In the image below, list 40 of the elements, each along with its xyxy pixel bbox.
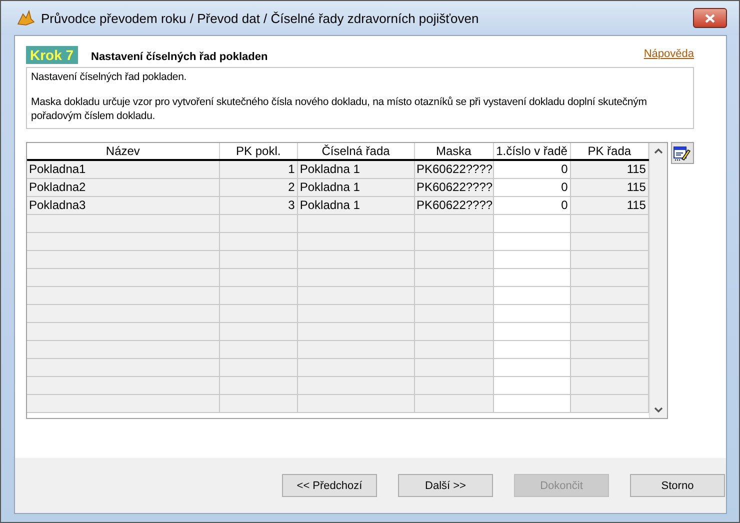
table-cell: 0 (494, 179, 571, 197)
column-header[interactable]: 1.číslo v řadě (494, 143, 571, 159)
table-cell: Pokladna3 (27, 197, 220, 215)
table-cell: Pokladna2 (27, 179, 220, 197)
column-header[interactable]: PK pokl. (220, 143, 298, 159)
description-text: Nastavení číselných řad pokladen. (31, 70, 188, 84)
notepad-pencil-icon (673, 144, 692, 162)
close-icon (705, 14, 715, 22)
table-cell: Pokladna 1 (298, 179, 414, 197)
description-text: Maska dokladu určuje vzor pro vytvoření skutečného čísla nového dokladu, na místo otazníků se při vystavení dokladu doplní skutečným pořadovým číslem dokladu. (31, 95, 648, 123)
table-cell: Pokladna 1 (298, 161, 414, 179)
step-title: Nastavení číselných řad pokladen (91, 51, 269, 64)
table-cell: 1 (220, 161, 298, 179)
table-cell: 2 (220, 179, 298, 197)
help-link[interactable]: Nápověda (644, 48, 694, 64)
table-cell: PK60622???? (414, 179, 494, 197)
close-button[interactable] (693, 8, 727, 28)
fox-icon (17, 10, 35, 26)
table-cell: 0 (494, 161, 571, 179)
scrollbar[interactable] (648, 143, 667, 418)
column-header[interactable]: Číselná řada (298, 143, 415, 159)
column-header[interactable]: Maska (414, 143, 494, 159)
scroll-up-icon[interactable] (654, 148, 663, 154)
table-cell: 115 (570, 197, 649, 215)
step-badge: Krok 7 (26, 46, 78, 64)
table-cell: Pokladna 1 (298, 197, 414, 215)
scroll-down-icon[interactable] (654, 407, 663, 413)
table-cell: PK60622???? (414, 161, 494, 179)
edit-button[interactable] (670, 142, 694, 164)
table-cell: 3 (220, 197, 298, 215)
table-cell: 0 (494, 197, 571, 215)
table-cell: 115 (570, 179, 649, 197)
wizard-button[interactable]: Storno (630, 474, 725, 497)
table-cell: Pokladna1 (27, 161, 220, 179)
column-header[interactable]: Název (27, 143, 220, 159)
table-cell: PK60622???? (414, 197, 494, 215)
window-title: Průvodce převodem roku / Převod dat / Číselné řady zdravorních pojišťoven (41, 10, 480, 26)
wizard-button[interactable]: << Předchozí (282, 474, 377, 497)
wizard-button[interactable]: Další >> (398, 474, 493, 497)
table-cell: 115 (570, 161, 649, 179)
